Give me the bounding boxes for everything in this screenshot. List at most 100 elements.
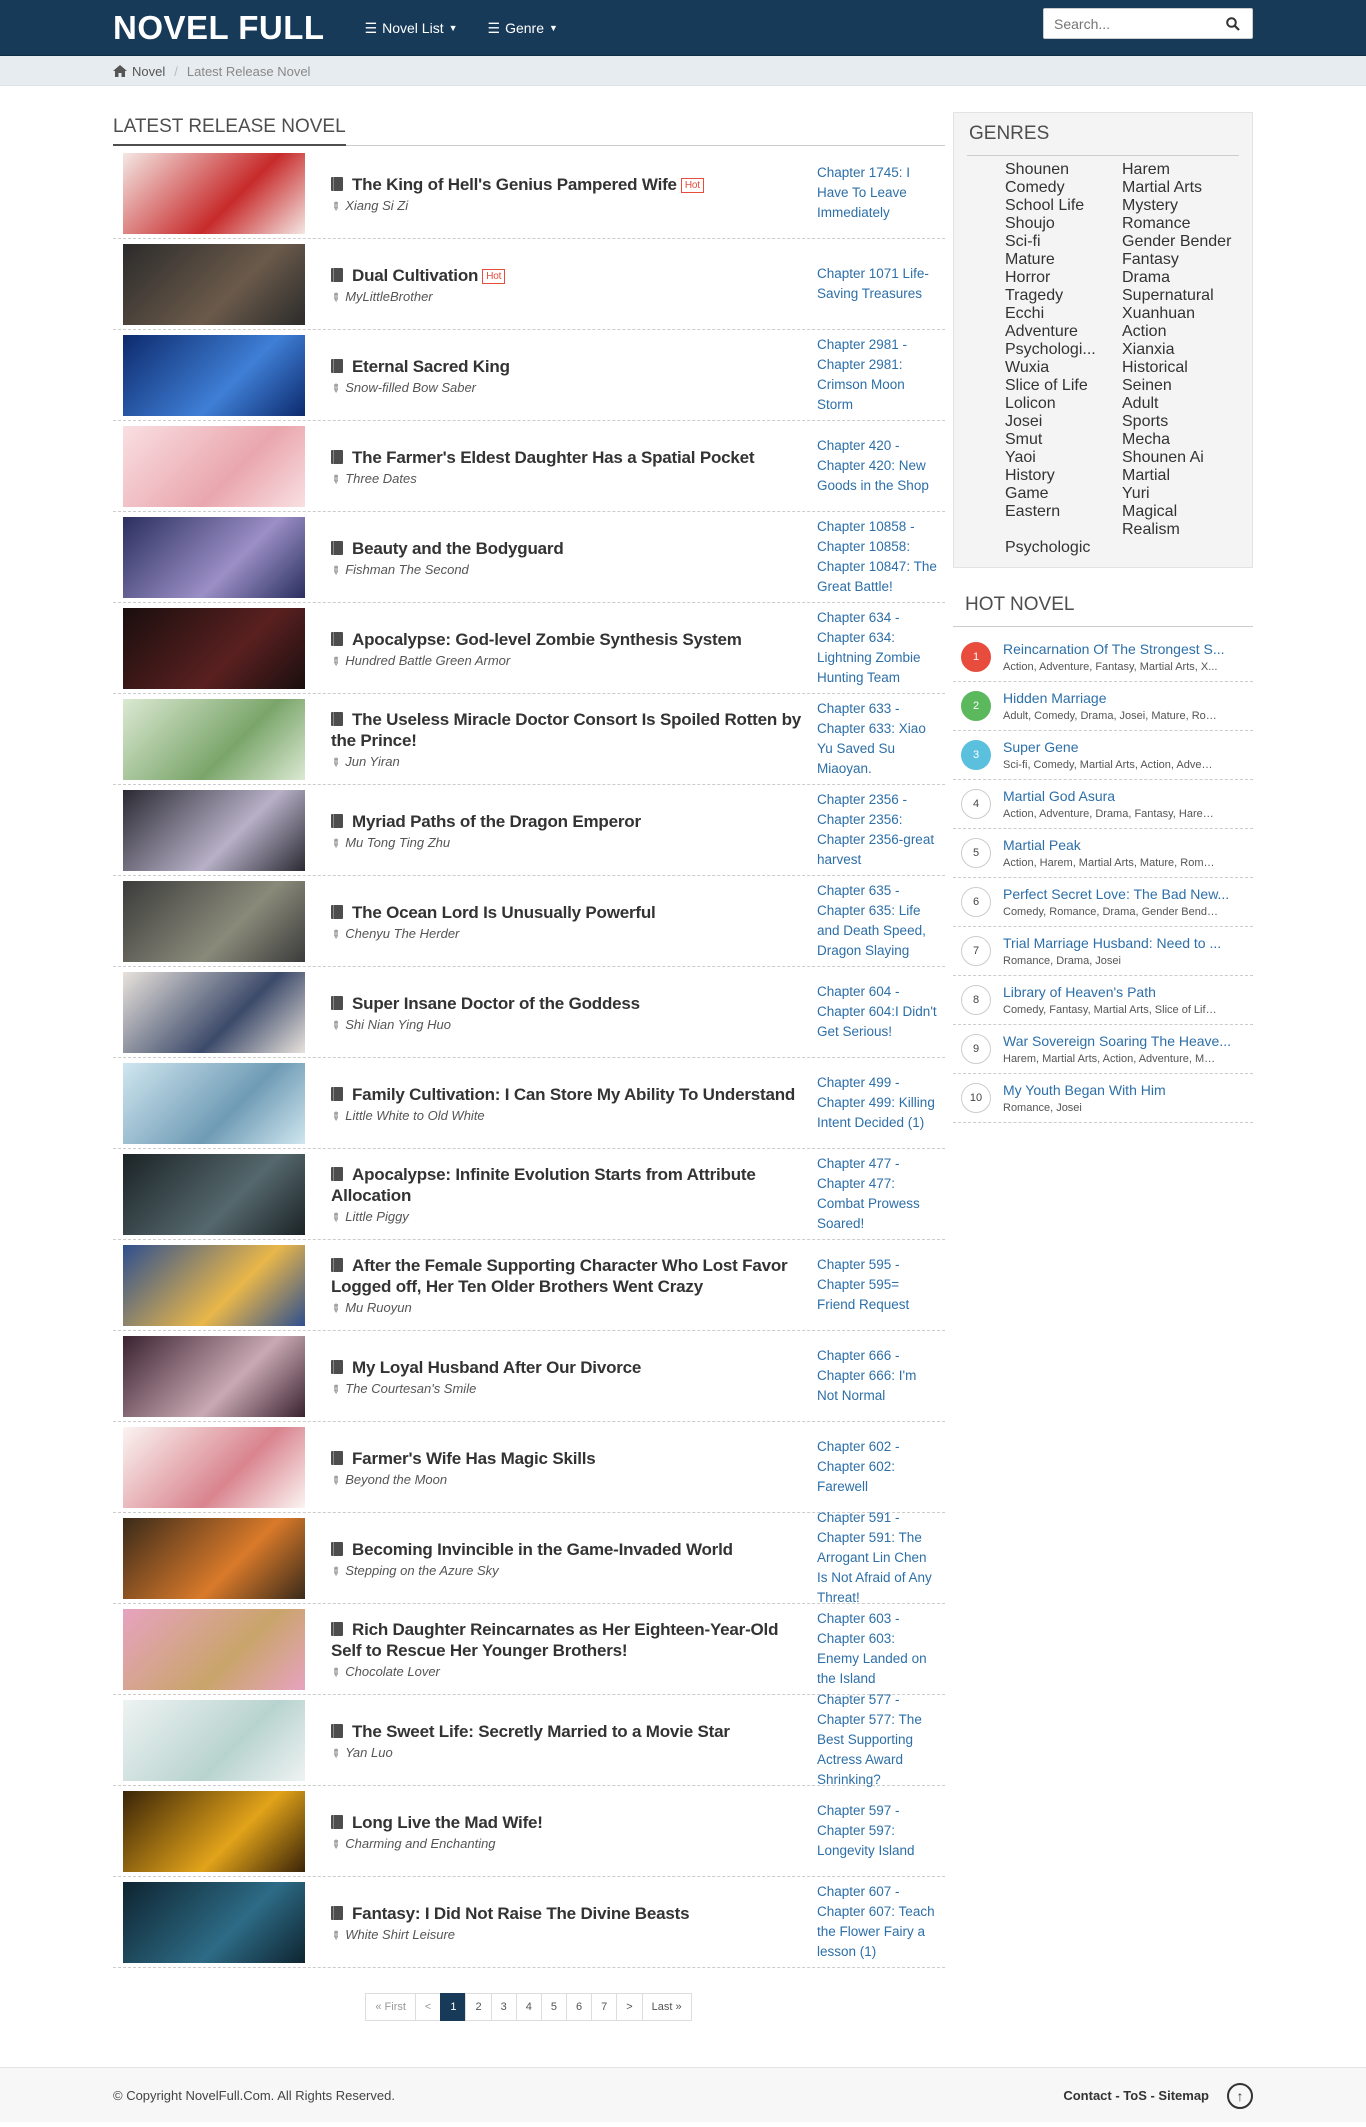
site-logo[interactable]: NOVEL FULL (113, 9, 325, 47)
latest-chapter-link[interactable]: Chapter 635 - Chapter 635: Life and Deat… (817, 881, 945, 961)
page-link[interactable]: 5 (540, 1993, 567, 2021)
novel-cover-image[interactable] (123, 1881, 305, 1963)
genre-link[interactable]: Psychologic (1005, 539, 1122, 557)
novel-title-link[interactable]: Family Cultivation: I Can Store My Abili… (352, 1085, 795, 1104)
novel-title-link[interactable]: Dual Cultivation (352, 266, 478, 285)
genre-link[interactable]: Shoujo (1005, 215, 1122, 233)
genre-link[interactable]: Harem (1122, 161, 1239, 179)
novel-title-link[interactable]: Rich Daughter Reincarnates as Her Eighte… (331, 1620, 778, 1660)
novel-cover-image[interactable] (123, 425, 305, 507)
genre-link[interactable]: Shounen Ai (1122, 449, 1239, 467)
nav-genre[interactable]: ☰ Genre ▼ (488, 20, 558, 37)
latest-chapter-link[interactable]: Chapter 634 - Chapter 634: Lightning Zom… (817, 608, 945, 688)
search-button[interactable] (1214, 9, 1252, 38)
novel-title-link[interactable]: Super Insane Doctor of the Goddess (352, 994, 640, 1013)
genre-link[interactable]: Ecchi (1005, 305, 1122, 323)
novel-title-link[interactable]: Myriad Paths of the Dragon Emperor (352, 812, 641, 831)
genre-link[interactable]: Seinen (1122, 377, 1239, 395)
novel-title-link[interactable]: Apocalypse: Infinite Evolution Starts fr… (331, 1165, 756, 1205)
novel-cover-image[interactable] (123, 1699, 305, 1781)
nav-novel-list[interactable]: ☰ Novel List ▼ (365, 20, 458, 37)
footer-links[interactable]: Contact - ToS - Sitemap (1063, 2088, 1209, 2103)
genre-link[interactable]: Comedy (1005, 179, 1122, 197)
genre-link[interactable]: Wuxia (1005, 359, 1122, 377)
novel-cover-image[interactable] (123, 971, 305, 1053)
hot-novel-title-link[interactable]: Library of Heaven's Path (1003, 984, 1156, 1000)
novel-cover-image[interactable] (123, 1608, 305, 1690)
page-link[interactable]: « First (365, 1993, 416, 2021)
latest-chapter-link[interactable]: Chapter 1745: I Have To Leave Immediatel… (817, 163, 945, 223)
genre-link[interactable]: Adventure (1005, 323, 1122, 341)
novel-cover-image[interactable] (123, 1062, 305, 1144)
genre-link[interactable]: Fantasy (1122, 251, 1239, 269)
genre-link[interactable]: Supernatural (1122, 287, 1239, 305)
page-link[interactable]: Last » (641, 1993, 692, 2021)
page-link[interactable]: 6 (565, 1993, 593, 2021)
latest-chapter-link[interactable]: Chapter 2981 - Chapter 2981: Crimson Moo… (817, 335, 945, 415)
genre-link[interactable]: Martial Arts (1122, 179, 1239, 197)
page-link[interactable]: 1 (440, 1993, 467, 2021)
genre-link[interactable]: Horror (1005, 269, 1122, 287)
genre-link[interactable]: Mature (1005, 251, 1122, 269)
novel-cover-image[interactable] (123, 607, 305, 689)
genre-link[interactable]: Romance (1122, 215, 1239, 233)
hot-novel-title-link[interactable]: My Youth Began With Him (1003, 1082, 1166, 1098)
novel-title-link[interactable]: The Farmer's Eldest Daughter Has a Spati… (352, 448, 755, 467)
novel-cover-image[interactable] (123, 698, 305, 780)
arrow-up-icon[interactable]: ↑ (1227, 2082, 1253, 2109)
latest-chapter-link[interactable]: Chapter 591 - Chapter 591: The Arrogant … (817, 1508, 945, 1608)
latest-chapter-link[interactable]: Chapter 666 - Chapter 666: I'm Not Norma… (817, 1346, 945, 1406)
genre-link[interactable]: Sci-fi (1005, 233, 1122, 251)
latest-chapter-link[interactable]: Chapter 420 - Chapter 420: New Goods in … (817, 436, 945, 496)
latest-chapter-link[interactable]: Chapter 607 - Chapter 607: Teach the Flo… (817, 1882, 945, 1962)
novel-cover-image[interactable] (123, 516, 305, 598)
novel-title-link[interactable]: Long Live the Mad Wife! (352, 1813, 543, 1832)
genre-link[interactable]: Lolicon (1005, 395, 1122, 413)
genre-link[interactable]: Martial (1122, 467, 1239, 485)
latest-chapter-link[interactable]: Chapter 477 - Chapter 477: Combat Prowes… (817, 1154, 945, 1234)
genre-link[interactable]: Magical Realism (1122, 503, 1239, 539)
latest-chapter-link[interactable]: Chapter 595 - Chapter 595= Friend Reques… (817, 1255, 945, 1315)
latest-chapter-link[interactable]: Chapter 10858 - Chapter 10858: Chapter 1… (817, 517, 945, 597)
novel-title-link[interactable]: Eternal Sacred King (352, 357, 510, 376)
genre-link[interactable]: Action (1122, 323, 1239, 341)
novel-title-link[interactable]: After the Female Supporting Character Wh… (331, 1256, 788, 1296)
page-link[interactable]: 7 (591, 1993, 618, 2021)
genre-link[interactable]: Gender Bender (1122, 233, 1239, 251)
latest-chapter-link[interactable]: Chapter 577 - Chapter 577: The Best Supp… (817, 1690, 945, 1790)
novel-title-link[interactable]: Becoming Invincible in the Game-Invaded … (352, 1540, 733, 1559)
genre-link[interactable]: School Life (1005, 197, 1122, 215)
breadcrumb-home[interactable]: Novel (132, 64, 165, 79)
novel-cover-image[interactable] (123, 1426, 305, 1508)
hot-novel-title-link[interactable]: War Sovereign Soaring The Heave... (1003, 1033, 1231, 1049)
search-input[interactable] (1044, 9, 1214, 38)
novel-cover-image[interactable] (123, 243, 305, 325)
genre-link[interactable]: Xianxia (1122, 341, 1239, 359)
novel-cover-image[interactable] (123, 789, 305, 871)
latest-chapter-link[interactable]: Chapter 603 - Chapter 603: Enemy Landed … (817, 1609, 945, 1689)
novel-cover-image[interactable] (123, 1790, 305, 1872)
page-link[interactable]: 4 (515, 1993, 542, 2021)
hot-novel-title-link[interactable]: Super Gene (1003, 739, 1079, 755)
latest-chapter-link[interactable]: Chapter 499 - Chapter 499: Killing Inten… (817, 1073, 945, 1133)
novel-cover-image[interactable] (123, 1244, 305, 1326)
genre-link[interactable]: Drama (1122, 269, 1239, 287)
genre-link[interactable]: Sports (1122, 413, 1239, 431)
genre-link[interactable]: Adult (1122, 395, 1239, 413)
genre-link[interactable]: Slice of Life (1005, 377, 1122, 395)
hot-novel-title-link[interactable]: Trial Marriage Husband: Need to ... (1003, 935, 1221, 951)
page-link[interactable]: > (616, 1993, 643, 2021)
novel-title-link[interactable]: The King of Hell's Genius Pampered Wife (352, 175, 677, 194)
genre-link[interactable]: Yuri (1122, 485, 1239, 503)
page-link[interactable]: 2 (465, 1993, 492, 2021)
genre-link[interactable]: Game (1005, 485, 1122, 503)
novel-title-link[interactable]: Fantasy: I Did Not Raise The Divine Beas… (352, 1904, 690, 1923)
novel-cover-image[interactable] (123, 880, 305, 962)
genre-link[interactable]: Josei (1005, 413, 1122, 431)
latest-chapter-link[interactable]: Chapter 633 - Chapter 633: Xiao Yu Saved… (817, 699, 945, 779)
genre-link[interactable]: Mystery (1122, 197, 1239, 215)
novel-title-link[interactable]: The Useless Miracle Doctor Consort Is Sp… (331, 710, 801, 750)
genre-link[interactable]: Mecha (1122, 431, 1239, 449)
latest-chapter-link[interactable]: Chapter 2356 - Chapter 2356: Chapter 235… (817, 790, 945, 870)
hot-novel-title-link[interactable]: Martial Peak (1003, 837, 1081, 853)
